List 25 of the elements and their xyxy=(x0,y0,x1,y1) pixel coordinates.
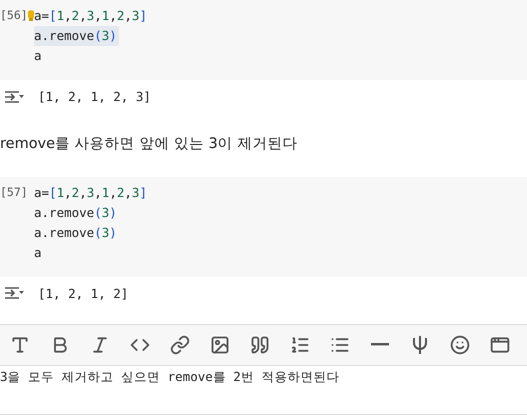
psi-icon xyxy=(411,334,429,355)
code-line: a=[1,2,3,1,2,3] xyxy=(34,184,148,202)
emoji-icon xyxy=(450,334,470,355)
window-icon xyxy=(490,334,510,355)
code-line: a.remove(3) xyxy=(34,224,118,242)
execution-count: [57] xyxy=(0,184,27,200)
markdown-text: remove를 사용하면 앞에 있는 3이 제거된다 xyxy=(0,134,298,154)
link-icon xyxy=(170,334,190,355)
code-line: a.remove(3) xyxy=(34,204,118,222)
numbered-list-icon xyxy=(290,334,310,355)
execution-count: [56] xyxy=(0,7,27,23)
text-size-icon xyxy=(10,334,30,355)
code-line: a xyxy=(34,244,43,262)
code-line: a=[1,2,3,1,2,3] xyxy=(34,6,149,26)
output-toggle-icon[interactable] xyxy=(4,285,26,302)
code-cell[interactable]: [57] a=[1,2,3,1,2,3] a.remove(3) a.remove(3) a xyxy=(0,176,527,277)
cell-output: [1, 2, 1, 2, 3] xyxy=(38,89,151,104)
quote-icon xyxy=(250,334,270,355)
image-icon xyxy=(210,334,230,355)
output-toggle-icon[interactable] xyxy=(4,88,26,105)
horizontal-rule-icon xyxy=(371,343,389,346)
markdown-editor[interactable]: 3을 모두 제거하고 싶으면 remove를 2번 적용하면된다 xyxy=(0,366,527,415)
cell-output: [1, 2, 1, 2] xyxy=(38,286,128,301)
code-cell[interactable]: [56] a=[1,2,3,1,2,3] a.remove(3) a xyxy=(0,0,527,80)
code-line: a xyxy=(34,47,43,65)
